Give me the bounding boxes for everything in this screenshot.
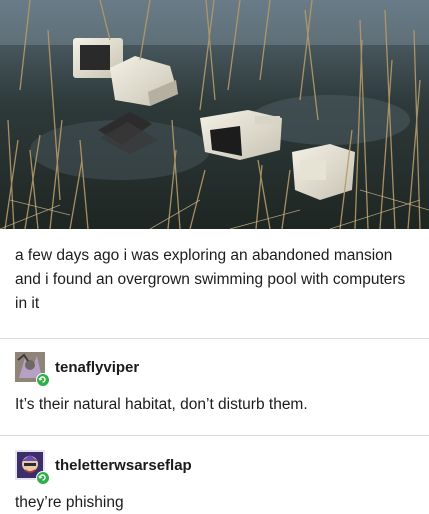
avatar[interactable] [15, 450, 50, 485]
reblog-item: theletterwsarseflap they’re phishing [15, 450, 425, 514]
reblog-header: tenaflyviper [15, 352, 425, 387]
reblog-text: they’re phishing [15, 494, 124, 511]
divider [0, 435, 429, 436]
post-photo [0, 0, 429, 229]
avatar[interactable] [15, 352, 50, 387]
username[interactable]: tenaflyviper [55, 359, 139, 376]
username[interactable]: theletterwsarseflap [55, 457, 192, 474]
reblog-header: theletterwsarseflap [15, 450, 425, 485]
divider [0, 338, 429, 339]
follow-badge-icon[interactable] [36, 373, 50, 387]
follow-badge-icon[interactable] [36, 471, 50, 485]
reblog-text: It’s their natural habitat, don’t distur… [15, 396, 308, 413]
reblog-item: tenaflyviper It’s their natural habitat,… [15, 352, 425, 416]
post-text: a few days ago i was exploring an abando… [15, 247, 406, 312]
